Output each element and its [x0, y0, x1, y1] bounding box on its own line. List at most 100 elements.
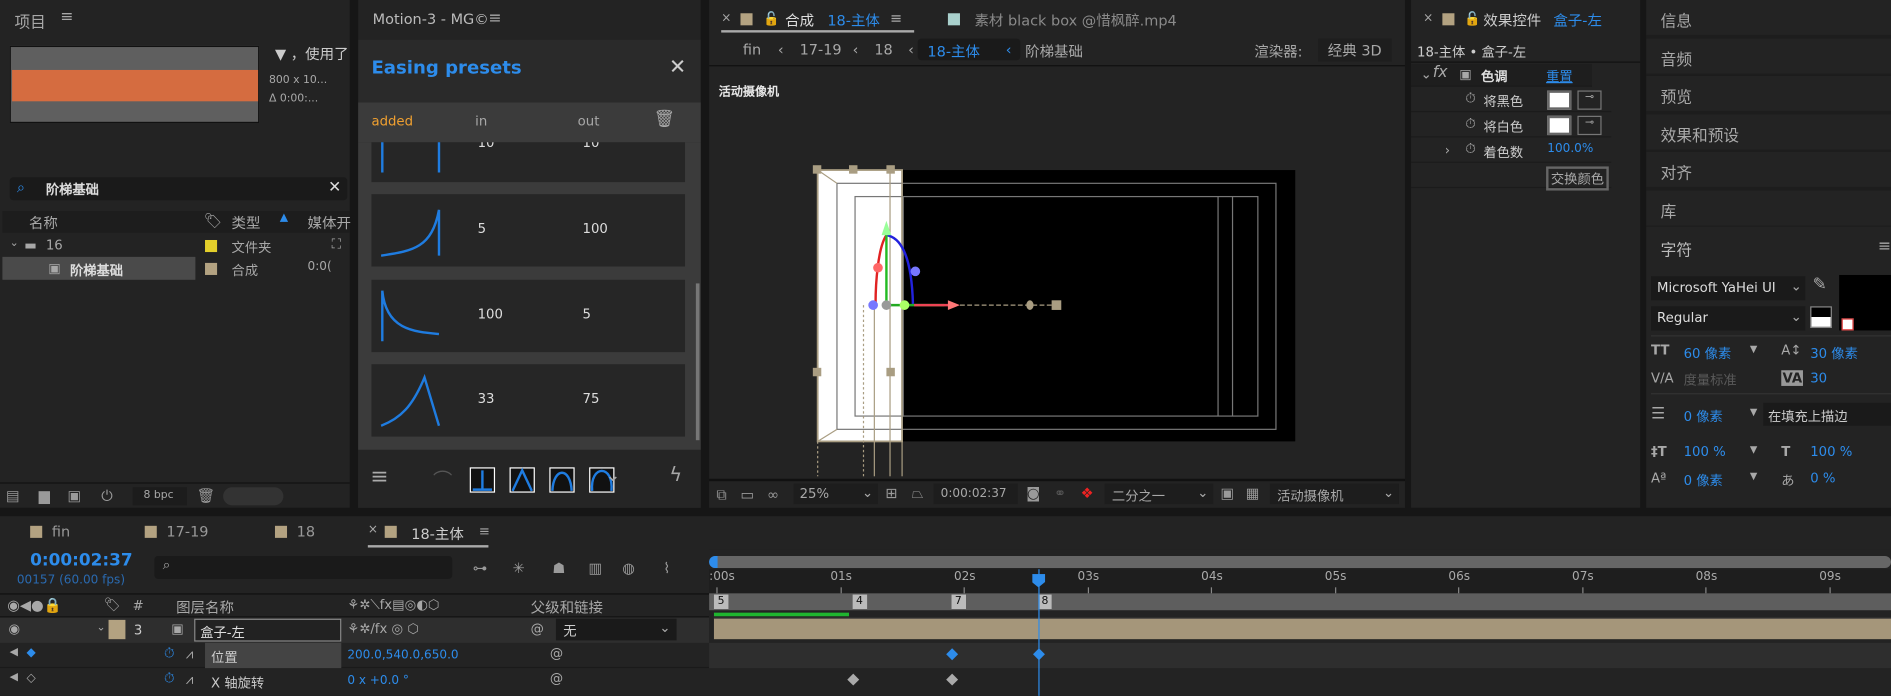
composition-flowchart-icon[interactable]: ⊶: [473, 560, 487, 577]
preview-icon[interactable]: ⧉: [716, 486, 726, 504]
stopwatch-icon[interactable]: ⏱: [164, 645, 174, 662]
color-channels-icon[interactable]: ❖: [1081, 485, 1094, 502]
panel-tab[interactable]: 对齐: [1646, 152, 1891, 188]
menu-icon[interactable]: ≡: [890, 10, 902, 27]
close-tab-icon[interactable]: ×: [368, 523, 378, 536]
search-input[interactable]: ⌕ 阶梯基础 ✕: [9, 177, 348, 201]
breadcrumb-item[interactable]: 18: [874, 41, 892, 58]
time-navigator[interactable]: [709, 555, 1891, 569]
playhead[interactable]: [1037, 569, 1040, 696]
chevron-right-icon[interactable]: ›: [1445, 142, 1450, 158]
add-curve-icon[interactable]: ⌒: [433, 464, 452, 493]
scrollbar[interactable]: [695, 283, 700, 441]
interpret-footage-icon[interactable]: ▤: [6, 487, 20, 504]
baseline-value[interactable]: 0 像素: [1684, 470, 1723, 489]
close-tab-icon[interactable]: ×: [721, 12, 731, 25]
shy-layers-icon[interactable]: ☗: [552, 560, 565, 577]
breadcrumb-item[interactable]: 17-19: [800, 41, 842, 58]
property-value[interactable]: 0 x +0.0 °: [347, 674, 409, 687]
motion-blur-icon[interactable]: ◍: [622, 560, 635, 577]
col-media[interactable]: 媒体开: [308, 212, 351, 233]
vertical-scale-value[interactable]: 100 %: [1684, 444, 1726, 460]
chevron-down-icon[interactable]: ⌄: [10, 238, 19, 250]
list-item[interactable]: ▣ 阶梯基础 合成 0:0(: [2, 256, 349, 280]
breadcrumb-item[interactable]: 阶梯基础: [1025, 41, 1083, 62]
keyframe[interactable]: [945, 673, 958, 686]
close-icon[interactable]: ✕: [669, 55, 686, 79]
close-tab-icon[interactable]: ×: [1423, 12, 1433, 25]
prev-keyframe-icon[interactable]: ◀: [10, 646, 18, 658]
horizontal-scale-value[interactable]: 100 %: [1810, 444, 1852, 460]
effect-row-tint[interactable]: ⌄ fx ▣ 色调 重置: [1411, 63, 1592, 87]
timecode-field[interactable]: 0:00:02:37: [933, 483, 1018, 505]
layer-search-input[interactable]: ⌕: [154, 555, 453, 579]
label-color[interactable]: [205, 262, 218, 275]
pickwhip-icon[interactable]: @: [550, 671, 563, 687]
layer-row[interactable]: ◉ ⌄ 3 ▣ 盒子-左 ⚘✲/fx ◎ ⬡ @ 无 ⌄: [0, 617, 710, 643]
lock-icon[interactable]: 🔓: [1464, 11, 1481, 27]
curve-presets[interactable]: [469, 467, 621, 494]
kerning-value[interactable]: 度量标准: [1684, 370, 1737, 389]
chevron-down-icon[interactable]: ⌄: [96, 622, 105, 634]
no-color-icon[interactable]: [1841, 318, 1854, 331]
breadcrumb-item[interactable]: fin: [743, 41, 761, 58]
eye-icon[interactable]: ◉: [8, 621, 20, 637]
show-snapshot-icon[interactable]: ⚭: [1054, 485, 1066, 502]
stopwatch-icon[interactable]: ⏱: [1465, 141, 1475, 158]
menu-icon[interactable]: ≡: [479, 523, 490, 539]
render-icon[interactable]: ⏻: [101, 487, 112, 505]
tsume-value[interactable]: 0 %: [1810, 470, 1835, 486]
preset-card[interactable]: 100 5: [371, 279, 686, 353]
graph-icon[interactable]: ⩘: [186, 672, 193, 689]
transparency-grid-icon[interactable]: ▦: [1246, 485, 1260, 502]
current-timecode[interactable]: 0:00:02:37: [30, 551, 132, 570]
parent-select[interactable]: 无 ⌄: [555, 618, 677, 641]
pickwhip-icon[interactable]: @: [531, 621, 544, 637]
lock-icon[interactable]: 🔓: [763, 11, 780, 27]
comp-marker[interactable]: 4: [852, 594, 867, 610]
menu-icon[interactable]: ≡: [1878, 238, 1891, 256]
camera-snapshot-icon[interactable]: ◙: [1026, 485, 1040, 502]
panel-tab[interactable]: 信息: [1646, 0, 1891, 35]
swap-colors-button[interactable]: 交换颜色: [1546, 166, 1609, 191]
tracking-value[interactable]: 30: [1810, 370, 1827, 386]
label-color[interactable]: [205, 239, 218, 253]
tab-composition-name[interactable]: 18-主体: [827, 10, 880, 31]
zoom-select[interactable]: 25% ⌄: [793, 483, 878, 505]
font-style-select[interactable]: Regular ⌄: [1651, 306, 1806, 331]
breadcrumb-item-active[interactable]: 18-主体: [927, 41, 980, 62]
font-size-value[interactable]: 60 像素: [1684, 344, 1732, 363]
eyedropper-icon[interactable]: ⊸: [1577, 115, 1602, 136]
menu-icon[interactable]: ≡: [60, 8, 73, 26]
renderer-button[interactable]: 经典 3D: [1318, 38, 1392, 62]
layer-bar[interactable]: [713, 617, 1891, 640]
stopwatch-icon[interactable]: ⏱: [1465, 116, 1475, 133]
graph-editor-icon[interactable]: ⌇: [663, 560, 670, 577]
mask-icon[interactable]: ∞: [767, 486, 779, 503]
stopwatch-icon[interactable]: ⏱: [164, 671, 174, 688]
color-swatch[interactable]: [1547, 115, 1572, 136]
layer-switches[interactable]: ⚘✲/fx ◎ ⬡: [347, 621, 419, 637]
preset-card[interactable]: 33 75: [371, 364, 686, 437]
stopwatch-icon[interactable]: ⏱: [1465, 90, 1475, 107]
font-family-select[interactable]: Microsoft YaHei UI ⌄: [1651, 276, 1806, 301]
region-of-interest-icon[interactable]: ▣: [1220, 485, 1234, 502]
preset-card[interactable]: 5 100: [371, 194, 686, 267]
monitor-icon[interactable]: ▭: [740, 486, 754, 503]
eyedropper-icon[interactable]: ⊸: [1577, 90, 1602, 110]
keyframe[interactable]: [847, 673, 859, 686]
new-composition-icon[interactable]: ▣: [68, 487, 82, 504]
list-item[interactable]: ⌄ ▬ 16 文件夹 ⛶: [2, 234, 349, 257]
stroke-mode-select[interactable]: 在填充上描边: [1763, 402, 1891, 426]
color-swatch[interactable]: [1547, 90, 1572, 110]
zoom-slider[interactable]: [223, 487, 284, 506]
panel-tab[interactable]: 效果和预设: [1646, 114, 1891, 150]
fx-icon[interactable]: fx: [1433, 64, 1448, 82]
new-folder-icon[interactable]: ▆: [39, 487, 50, 504]
time-graph[interactable]: :00s 01s 02s 03s 04s 05s 06s 07s 08s 09s 5 4 7 8: [709, 549, 1891, 696]
trash-icon[interactable]: 🗑: [197, 487, 215, 504]
hamburger-icon[interactable]: ≡: [370, 464, 388, 489]
panel-tab[interactable]: 音频: [1646, 38, 1891, 74]
reset-link[interactable]: 重置: [1546, 66, 1573, 85]
region-icon[interactable]: ⏢: [912, 485, 924, 503]
